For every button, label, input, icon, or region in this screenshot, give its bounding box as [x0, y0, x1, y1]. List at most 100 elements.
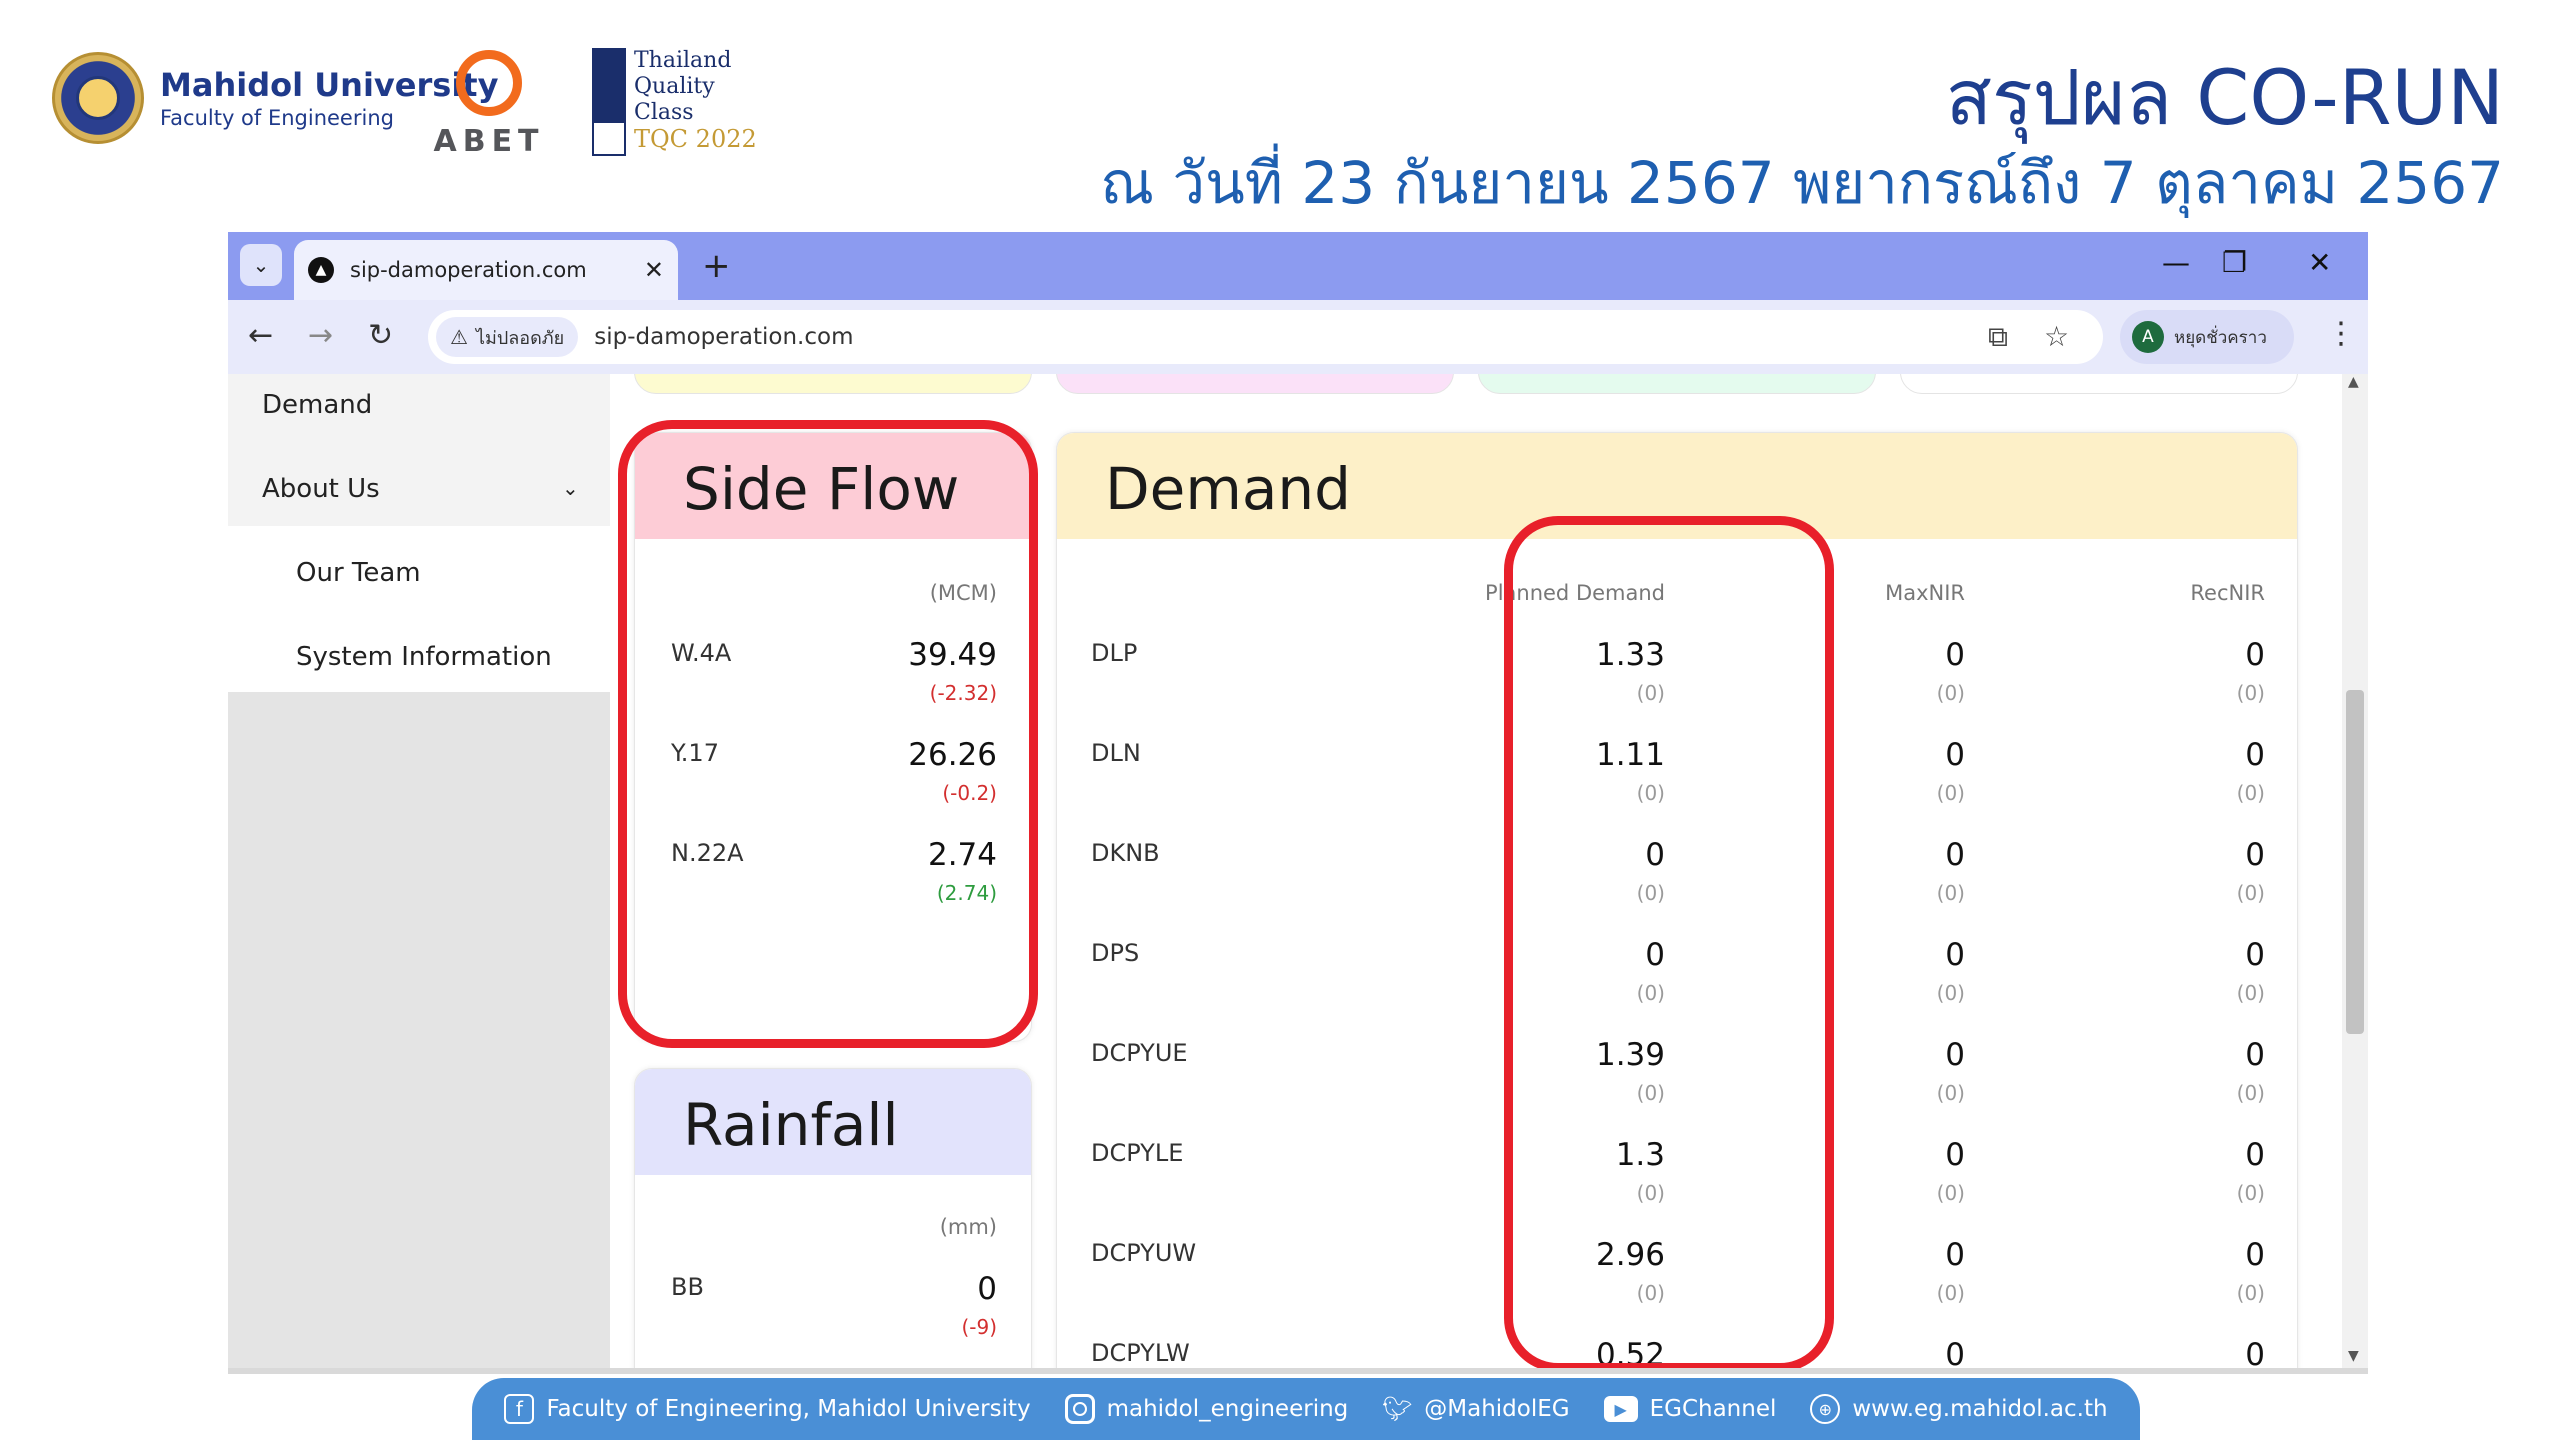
- avatar: A: [2132, 321, 2164, 353]
- demand-recnir-diff: (0): [2236, 1281, 2265, 1305]
- demand-row-name: DLN: [1091, 739, 1141, 767]
- scroll-up-icon[interactable]: ▲: [2348, 374, 2359, 390]
- demand-row-name: DKNB: [1091, 839, 1160, 867]
- demand-maxnir-value: 0: [1945, 1337, 1965, 1368]
- profile-button[interactable]: A หยุดชั่วคราว: [2120, 310, 2294, 364]
- side-flow-highlight: [618, 420, 1038, 1048]
- mahidol-seal-icon: [52, 52, 144, 144]
- footer-label: www.eg.mahidol.ac.th: [1852, 1396, 2108, 1422]
- demand-row-name: DCPYUE: [1091, 1039, 1188, 1067]
- scroll-thumb[interactable]: [2346, 690, 2364, 1034]
- sidebar-menu: Demand About Us ⌄ Our Team System Inform…: [228, 374, 610, 692]
- youtube-icon: ▶: [1603, 1396, 1638, 1422]
- demand-recnir-value: 0: [2245, 1237, 2265, 1273]
- abet-ring-icon: [456, 50, 522, 116]
- demand-recnir-diff: (0): [2236, 981, 2265, 1005]
- tqc-year: TQC 2022: [634, 125, 757, 153]
- slide-footer: f Faculty of Engineering, Mahidol Univer…: [472, 1378, 2140, 1440]
- demand-maxnir-value: 0: [1945, 837, 1965, 873]
- security-chip[interactable]: ⚠ ไม่ปลอดภัย: [436, 317, 579, 357]
- mahidol-logo: Mahidol University Faculty of Engineerin…: [52, 52, 498, 144]
- demand-maxnir-diff: (0): [1936, 681, 1965, 705]
- demand-maxnir-diff: (0): [1936, 1181, 1965, 1205]
- demand-recnir-value: 0: [2245, 937, 2265, 973]
- rainfall-title: Rainfall: [635, 1069, 1031, 1175]
- scroll-down-icon[interactable]: ▼: [2348, 1348, 2359, 1364]
- demand-row-name: DLP: [1091, 639, 1138, 667]
- demand-recnir-value: 0: [2245, 1037, 2265, 1073]
- rainfall-card: Rainfall (mm) BB 0 (-9): [634, 1068, 1032, 1368]
- demand-recnir-value: 0: [2245, 1337, 2265, 1368]
- address-bar[interactable]: ⚠ ไม่ปลอดภัย sip-damoperation.com ⧉ ☆: [428, 310, 2103, 364]
- browser-tab[interactable]: ▲ sip-damoperation.com ✕: [294, 240, 678, 300]
- warning-icon: ⚠: [450, 325, 468, 349]
- demand-row-name: DCPYLE: [1091, 1139, 1184, 1167]
- demand-maxnir-diff: (0): [1936, 981, 1965, 1005]
- chevron-down-icon[interactable]: ⌄: [562, 476, 579, 500]
- restore-icon[interactable]: ❐: [2222, 246, 2247, 279]
- planned-demand-highlight: [1504, 516, 1834, 1368]
- tab-search-dropdown[interactable]: ⌄: [240, 244, 282, 286]
- tab-title: sip-damoperation.com: [350, 258, 587, 282]
- footer-item: ▶ EGChannel: [1603, 1396, 1777, 1422]
- abet-logo: ABET: [433, 50, 545, 159]
- forward-icon[interactable]: →: [308, 318, 333, 353]
- demand-recnir-diff: (0): [2236, 681, 2265, 705]
- demand-col-maxnir: MaxNIR: [1885, 581, 1965, 605]
- summary-card-partial: [1478, 374, 1876, 394]
- globe-icon: ⊕: [1810, 1394, 1841, 1424]
- demand-recnir-diff: (0): [2236, 781, 2265, 805]
- summary-card-partial: [1056, 374, 1454, 394]
- reload-icon[interactable]: ↻: [368, 318, 393, 353]
- tqc-line: Quality: [634, 74, 715, 99]
- abet-label: ABET: [433, 124, 545, 159]
- demand-maxnir-value: 0: [1945, 937, 1965, 973]
- sidebar: Demand About Us ⌄ Our Team System Inform…: [228, 374, 610, 1368]
- rainfall-unit: (mm): [939, 1215, 997, 1239]
- tqc-line: Thailand: [634, 48, 732, 73]
- back-icon[interactable]: ←: [248, 318, 273, 353]
- summary-card-partial: [634, 374, 1032, 394]
- demand-recnir-diff: (0): [2236, 1181, 2265, 1205]
- footer-item: f Faculty of Engineering, Mahidol Univer…: [504, 1394, 1031, 1424]
- demand-recnir-diff: (0): [2236, 881, 2265, 905]
- horizontal-scrollbar[interactable]: [228, 1368, 2368, 1374]
- sidebar-item-about-us[interactable]: About Us: [262, 474, 380, 504]
- new-tab-button[interactable]: +: [702, 246, 731, 286]
- browser-menu-icon[interactable]: ⋮: [2326, 316, 2356, 351]
- demand-recnir-value: 0: [2245, 637, 2265, 673]
- demand-row-name: DCPYLW: [1091, 1339, 1190, 1367]
- rainfall-row-diff: (-9): [961, 1315, 997, 1339]
- footer-label: mahidol_engineering: [1106, 1396, 1349, 1422]
- vertical-scrollbar[interactable]: ▲ ▼: [2342, 374, 2368, 1368]
- main-content: Side Flow (MCM) W.4A 39.49 (-2.32) Y.17 …: [610, 374, 2368, 1368]
- demand-maxnir-diff: (0): [1936, 881, 1965, 905]
- demand-maxnir-value: 0: [1945, 637, 1965, 673]
- url-text: sip-damoperation.com: [594, 324, 854, 350]
- demand-row-name: DCPYUW: [1091, 1239, 1197, 1267]
- presentation-slide: { "header": { "university_name": "Mahido…: [0, 0, 2560, 1440]
- browser-window: ⌄ ▲ sip-damoperation.com ✕ + — ❐ ✕ ← → ↻…: [228, 232, 2368, 1374]
- tqc-logo: Thailand Quality Class TQC 2022: [592, 48, 757, 156]
- rainfall-row-name: BB: [671, 1273, 704, 1301]
- window-close-icon[interactable]: ✕: [2308, 246, 2331, 279]
- minimize-icon[interactable]: —: [2162, 246, 2190, 279]
- tab-close-icon[interactable]: ✕: [644, 256, 664, 284]
- sidebar-item-our-team[interactable]: Our Team: [296, 558, 421, 588]
- sidebar-item-system-information[interactable]: System Information: [296, 642, 552, 672]
- summary-card-partial: [1900, 374, 2298, 394]
- footer-item: ⊕ www.eg.mahidol.ac.th: [1810, 1394, 2108, 1424]
- demand-maxnir-value: 0: [1945, 1037, 1965, 1073]
- tab-bar: ⌄ ▲ sip-damoperation.com ✕ + — ❐ ✕: [228, 232, 2368, 300]
- site-favicon-icon: ▲: [308, 257, 334, 283]
- security-label: ไม่ปลอดภัย: [475, 327, 565, 349]
- footer-label: Faculty of Engineering, Mahidol Universi…: [546, 1396, 1031, 1422]
- footer-label: EGChannel: [1649, 1396, 1777, 1422]
- sidebar-item-demand[interactable]: Demand: [262, 390, 372, 420]
- demand-recnir-value: 0: [2245, 1137, 2265, 1173]
- translate-icon[interactable]: ⧉: [1988, 320, 2008, 354]
- bookmark-star-icon[interactable]: ☆: [2044, 320, 2069, 353]
- tqc-line: Class: [634, 100, 694, 125]
- page-viewport: Demand About Us ⌄ Our Team System Inform…: [228, 374, 2368, 1368]
- demand-col-recnir: RecNIR: [2190, 581, 2265, 605]
